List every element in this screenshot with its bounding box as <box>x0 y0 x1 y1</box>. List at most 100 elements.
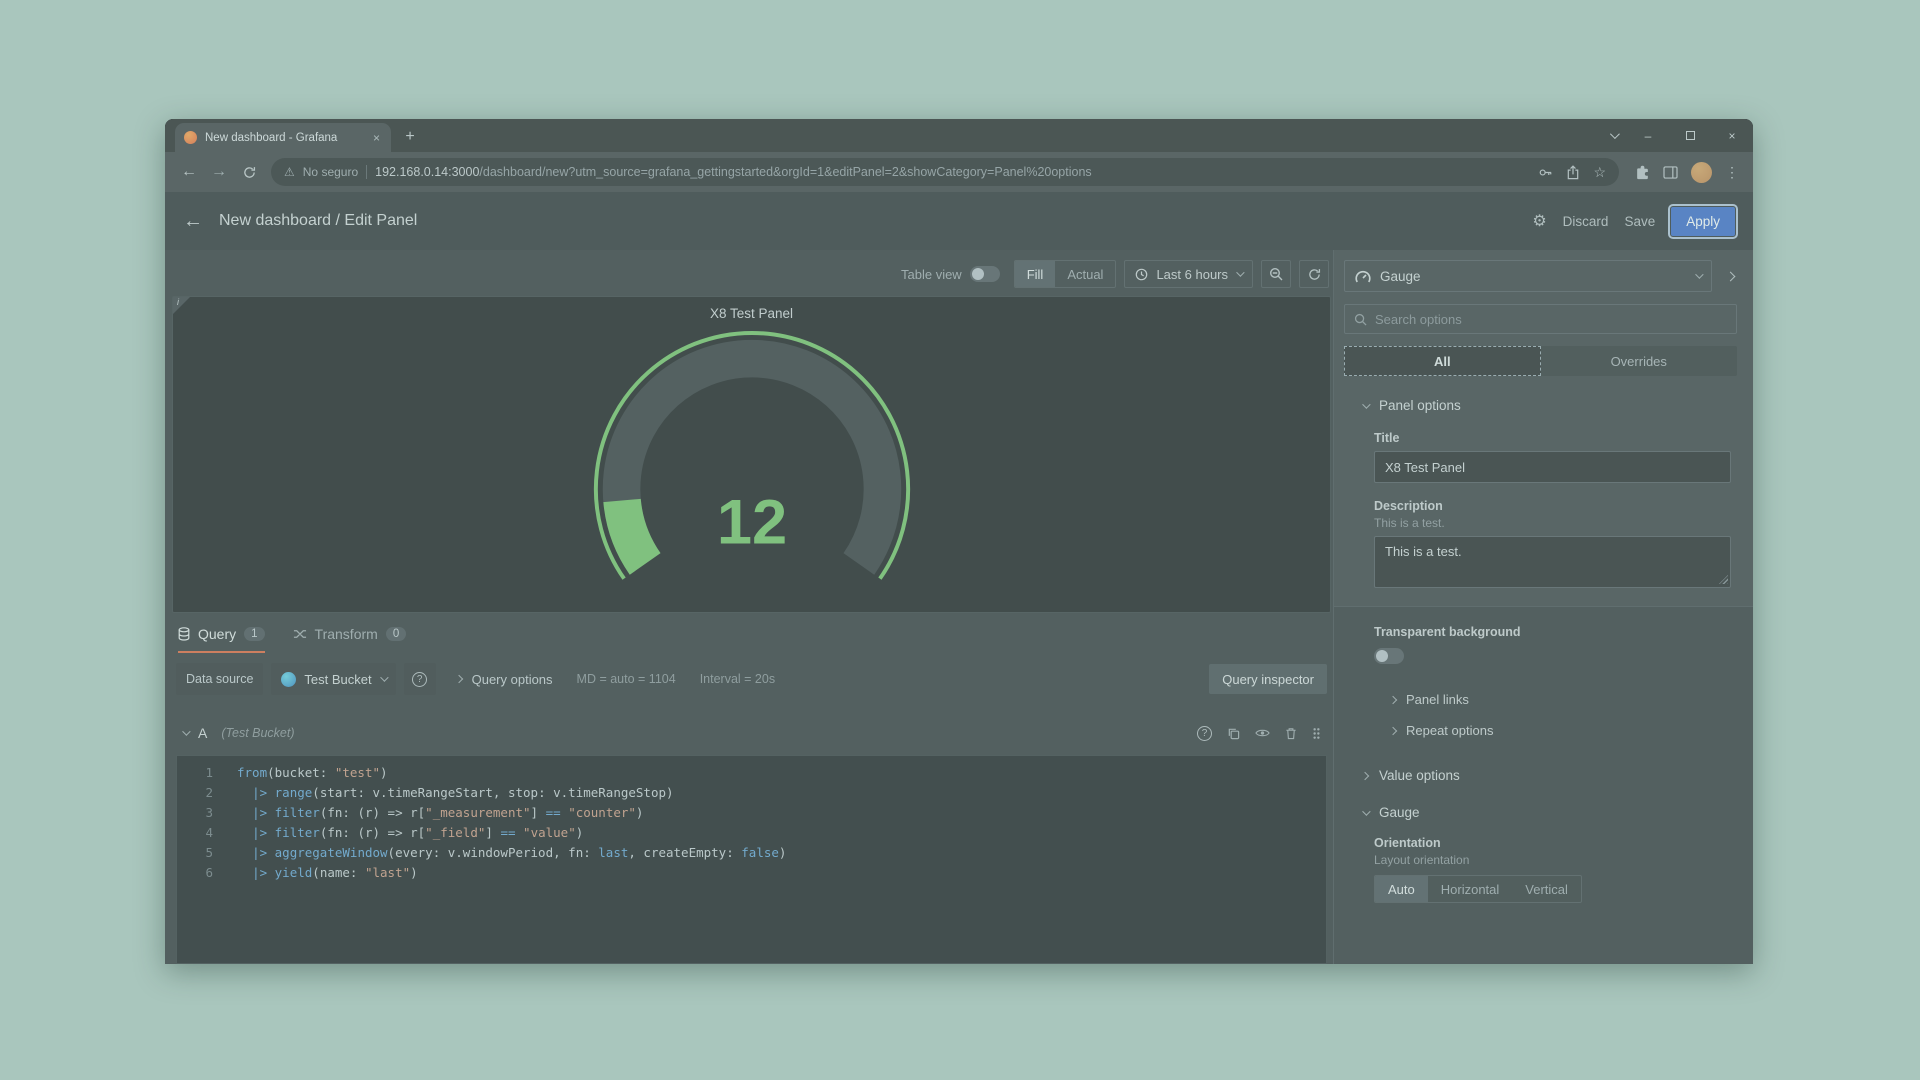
not-secure-warning-icon[interactable]: ⚠ <box>284 165 295 179</box>
side-panel-icon[interactable] <box>1663 166 1678 179</box>
repeat-options-label: Repeat options <box>1406 723 1493 738</box>
window-maximize-button[interactable] <box>1669 119 1711 152</box>
tab-close-icon[interactable]: × <box>371 131 382 145</box>
time-range-label: Last 6 hours <box>1156 267 1228 282</box>
query-inspector-button[interactable]: Query inspector <box>1209 664 1327 694</box>
address-divider <box>366 165 367 179</box>
datasource-help-button[interactable]: ? <box>404 663 436 695</box>
new-tab-button[interactable]: + <box>398 125 422 149</box>
tab-all[interactable]: All <box>1344 346 1541 376</box>
chevron-down-icon <box>1236 268 1244 276</box>
clock-icon <box>1135 268 1148 281</box>
chevron-down-icon <box>380 673 388 681</box>
tab-search-chevron-icon[interactable] <box>1610 129 1620 139</box>
disable-query-eye-icon[interactable] <box>1255 728 1270 738</box>
editor-header: ← New dashboard / Edit Panel ⚙ Discard S… <box>165 192 1753 250</box>
profile-avatar[interactable] <box>1691 162 1712 183</box>
flux-query-editor[interactable]: 123456 from(bucket: "test") |> range(sta… <box>176 755 1327 964</box>
url-text: 192.168.0.14:3000/dashboard/new?utm_sour… <box>375 165 1092 179</box>
datasource-logo-icon <box>281 672 296 687</box>
query-ref-datasource: (Test Bucket) <box>221 726 294 740</box>
panel-info-corner[interactable] <box>173 297 190 314</box>
query-count-badge: 1 <box>244 627 264 641</box>
gauge-value: 12 <box>716 487 786 557</box>
visualization-picker[interactable]: Gauge <box>1344 260 1712 292</box>
options-search-input[interactable] <box>1375 312 1727 327</box>
panel-title-input[interactable] <box>1374 451 1731 483</box>
info-icon: i <box>177 297 179 307</box>
shuffle-icon <box>293 628 307 640</box>
query-options-toggle[interactable]: Query options <box>456 672 553 687</box>
query-transform-tabs: Query 1 Transform 0 <box>172 613 1331 653</box>
gauge-viz-icon <box>1355 270 1371 283</box>
tab-query[interactable]: Query 1 <box>178 626 265 653</box>
options-filter-tabs: All Overrides <box>1344 346 1737 376</box>
table-view-toggle[interactable] <box>970 266 1000 282</box>
grafana-favicon-icon <box>184 131 197 144</box>
code-lines: from(bucket: "test") |> range(start: v.t… <box>227 756 786 963</box>
browser-forward-button[interactable]: → <box>205 158 233 186</box>
time-range-picker[interactable]: Last 6 hours <box>1124 260 1253 288</box>
tab-overrides[interactable]: Overrides <box>1541 346 1738 376</box>
editor-back-button[interactable]: ← <box>183 210 203 233</box>
discard-button[interactable]: Discard <box>1563 214 1609 229</box>
collapse-options-pane-button[interactable] <box>1724 267 1737 285</box>
panel-links-section[interactable]: Panel links <box>1344 692 1737 707</box>
zoom-out-button[interactable] <box>1261 260 1291 288</box>
gauge-value-arc <box>622 500 645 563</box>
window-minimize-button[interactable]: – <box>1627 119 1669 152</box>
chevron-right-icon <box>1389 695 1397 703</box>
panel-options-section-header[interactable]: Panel options <box>1344 398 1737 413</box>
value-options-section-header[interactable]: Value options <box>1344 768 1737 783</box>
options-search-box <box>1344 304 1737 334</box>
query-row-header[interactable]: A (Test Bucket) ? <box>172 719 1331 747</box>
repeat-options-section[interactable]: Repeat options <box>1344 723 1737 738</box>
window-close-button[interactable]: × <box>1711 119 1753 152</box>
reload-button[interactable] <box>235 158 263 186</box>
actual-option[interactable]: Actual <box>1055 261 1115 287</box>
dashboard-settings-gear-icon[interactable]: ⚙ <box>1532 211 1546 231</box>
panel-description-textarea[interactable]: This is a test. <box>1374 536 1731 588</box>
chevron-right-icon <box>1726 272 1736 282</box>
browser-menu-kebab-icon[interactable]: ⋮ <box>1725 164 1739 181</box>
browser-back-button[interactable]: ← <box>175 158 203 186</box>
duplicate-query-icon[interactable] <box>1227 727 1240 740</box>
chevron-right-icon <box>1389 726 1397 734</box>
collapse-chevron-icon[interactable] <box>182 727 190 735</box>
title-field-label: Title <box>1374 431 1731 445</box>
tab-title: New dashboard - Grafana <box>205 132 363 144</box>
address-bar[interactable]: ⚠ No seguro 192.168.0.14:3000/dashboard/… <box>271 158 1619 186</box>
transparent-background-toggle[interactable] <box>1374 648 1404 664</box>
delete-query-trash-icon[interactable] <box>1285 727 1297 740</box>
share-icon[interactable] <box>1566 165 1580 180</box>
save-button[interactable]: Save <box>1624 214 1655 229</box>
orientation-option-horizontal[interactable]: Horizontal <box>1428 876 1513 902</box>
browser-tab-strip: New dashboard - Grafana × + – × <box>165 119 1753 152</box>
chevron-down-icon <box>1362 807 1370 815</box>
browser-toolbar: ← → ⚠ No seguro 192.168.0.14:3000/dashbo… <box>165 152 1753 192</box>
browser-tab[interactable]: New dashboard - Grafana × <box>175 123 391 152</box>
datasource-picker[interactable]: Test Bucket <box>271 663 395 695</box>
page-title: New dashboard / Edit Panel <box>219 212 417 230</box>
chevron-right-icon <box>454 675 462 683</box>
drag-handle-icon[interactable] <box>1312 727 1321 740</box>
gauge-section-label: Gauge <box>1379 805 1420 820</box>
database-icon <box>178 627 190 641</box>
apply-button[interactable]: Apply <box>1671 207 1735 236</box>
tab-transform[interactable]: Transform 0 <box>293 626 407 653</box>
description-field-label: Description <box>1374 499 1731 513</box>
orientation-option-auto[interactable]: Auto <box>1375 876 1428 902</box>
transform-tab-label: Transform <box>315 626 378 642</box>
query-section: Query 1 Transform 0 Data source <box>172 613 1331 964</box>
gauge-section-header[interactable]: Gauge <box>1344 805 1737 820</box>
refresh-button[interactable] <box>1299 260 1329 288</box>
panel-view-toolbar: Table view Fill Actual Last 6 hours <box>172 250 1331 296</box>
orientation-option-vertical[interactable]: Vertical <box>1512 876 1581 902</box>
transform-count-badge: 0 <box>386 627 406 641</box>
description-preview-text: This is a test. <box>1374 516 1731 530</box>
extensions-puzzle-icon[interactable] <box>1635 165 1650 180</box>
query-help-icon[interactable]: ? <box>1197 726 1212 741</box>
password-key-icon[interactable] <box>1538 165 1553 180</box>
bookmark-star-icon[interactable]: ☆ <box>1593 164 1606 181</box>
fill-option[interactable]: Fill <box>1015 261 1056 287</box>
